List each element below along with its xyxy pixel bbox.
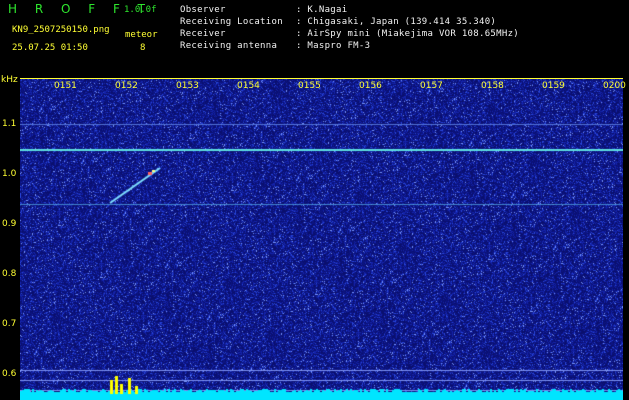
location-value: : Chigasaki, Japan (139.414 35.340) (296, 17, 497, 27)
antenna-value: : Maspro FM-3 (296, 41, 371, 51)
receiver-label: Receiver (180, 29, 226, 39)
datetime-label: 25.07.25 01:50 (12, 43, 88, 53)
mode-label: meteor (125, 30, 158, 40)
observer-label: Observer (180, 5, 226, 15)
y-tick-label: 0.7 (2, 319, 17, 329)
x-tick-label: 0153 (176, 81, 199, 91)
y-unit-label: kHz (1, 75, 18, 85)
header: H R O F F T 1.0.0f KN9_2507250150.png me… (0, 0, 629, 75)
location-label: Receiving Location (180, 17, 283, 27)
x-tick-label: 0154 (237, 81, 260, 91)
y-tick-label: 1.0 (2, 169, 17, 179)
x-tick-label: 0157 (420, 81, 443, 91)
version-label: 1.0.0f (124, 5, 157, 15)
y-tick-label: 0.6 (2, 369, 17, 379)
observer-value: : K.Nagai (296, 5, 348, 15)
antenna-label: Receiving antenna (180, 41, 278, 51)
x-tick-label: 0158 (481, 81, 504, 91)
x-tick-label: 0155 (298, 81, 321, 91)
count-label: 8 (140, 43, 146, 53)
x-tick-label: 0200 (603, 81, 626, 91)
waterfall-canvas (20, 78, 623, 400)
x-axis-line (20, 78, 623, 79)
x-tick-label: 0156 (359, 81, 382, 91)
y-tick-label: 1.1 (2, 119, 17, 129)
x-tick-label: 0151 (54, 81, 77, 91)
y-tick-label: 0.8 (2, 269, 17, 279)
receiver-value: : AirSpy mini (Miakejima VOR 108.65MHz) (296, 29, 520, 39)
x-tick-label: 0152 (115, 81, 138, 91)
filename-label: KN9_2507250150.png (12, 25, 110, 35)
y-tick-label: 0.9 (2, 219, 17, 229)
x-tick-label: 0159 (542, 81, 565, 91)
spectrogram-plot (20, 78, 623, 400)
